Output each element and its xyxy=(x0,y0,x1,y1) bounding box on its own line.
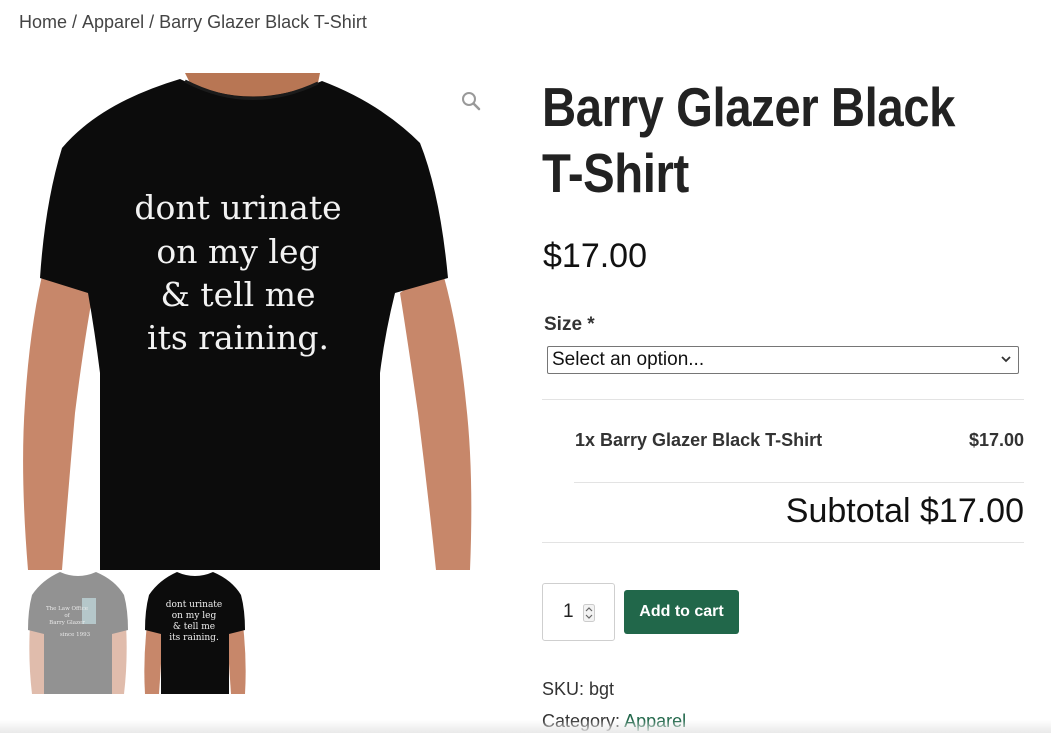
breadcrumb-separator: / xyxy=(72,12,78,32)
thumb2-text-line: its raining. xyxy=(169,633,219,643)
zoom-icon[interactable] xyxy=(460,90,482,112)
shirt-text-line: on my leg xyxy=(156,232,319,271)
thumb1-text-line: Barry Glazer xyxy=(49,620,85,626)
sku: SKU: bgt xyxy=(542,679,614,700)
chevron-down-icon xyxy=(1001,356,1011,363)
thumb2-text-line: & tell me xyxy=(173,622,215,632)
breadcrumb-separator: / xyxy=(149,12,155,32)
product-title-line: T-Shirt xyxy=(542,142,689,204)
thumb1-text-line: of xyxy=(64,613,70,619)
shirt-text-line: dont urinate xyxy=(134,188,341,227)
size-label: Size * xyxy=(544,314,595,335)
divider xyxy=(574,482,1024,483)
breadcrumb-home[interactable]: Home xyxy=(19,12,67,32)
thumb1-text-line: The Law Office xyxy=(46,606,88,612)
page-bottom-edge xyxy=(0,720,1051,733)
product-price: $17.00 xyxy=(543,237,647,275)
divider xyxy=(542,399,1024,400)
quantity-value[interactable]: 1 xyxy=(563,601,574,623)
size-select[interactable]: Select an option... xyxy=(547,346,1019,374)
product-thumbnail-1[interactable]: The Law Office of Barry Glazer since 199… xyxy=(20,570,136,694)
quantity-stepper[interactable]: 1 xyxy=(542,583,615,641)
product-thumbnail-2[interactable]: dont urinate on my leg & tell me its rai… xyxy=(137,570,253,694)
product-main-image[interactable]: dont urinate on my leg & tell me its rai… xyxy=(0,73,481,570)
thumb2-text-line: dont urinate xyxy=(166,600,223,610)
sku-value: bgt xyxy=(589,679,615,699)
divider xyxy=(542,542,1024,543)
summary-item-price: $17.00 xyxy=(968,430,1024,450)
add-to-cart-button[interactable]: Add to cart xyxy=(624,590,739,634)
breadcrumb: Home / Apparel / Barry Glazer Black T-Shirt xyxy=(19,12,367,33)
shirt-text-line: & tell me xyxy=(160,275,315,314)
thumb1-text-line: since 1993 xyxy=(60,632,91,638)
product-title: Barry Glazer Black T-Shirt xyxy=(542,74,1024,206)
spinner-arrows-icon[interactable] xyxy=(583,604,595,622)
shirt-text-line: its raining. xyxy=(147,318,329,357)
breadcrumb-current: Barry Glazer Black T-Shirt xyxy=(159,12,367,32)
product-title-line: Barry Glazer Black xyxy=(542,76,955,138)
summary-item-name: 1x Barry Glazer Black T-Shirt xyxy=(575,430,823,450)
sku-label: SKU: xyxy=(542,679,585,699)
breadcrumb-apparel[interactable]: Apparel xyxy=(82,12,144,32)
thumb2-text-line: on my leg xyxy=(172,611,217,621)
size-select-value: Select an option... xyxy=(552,349,705,370)
subtotal: Subtotal $17.00 xyxy=(785,492,1024,530)
